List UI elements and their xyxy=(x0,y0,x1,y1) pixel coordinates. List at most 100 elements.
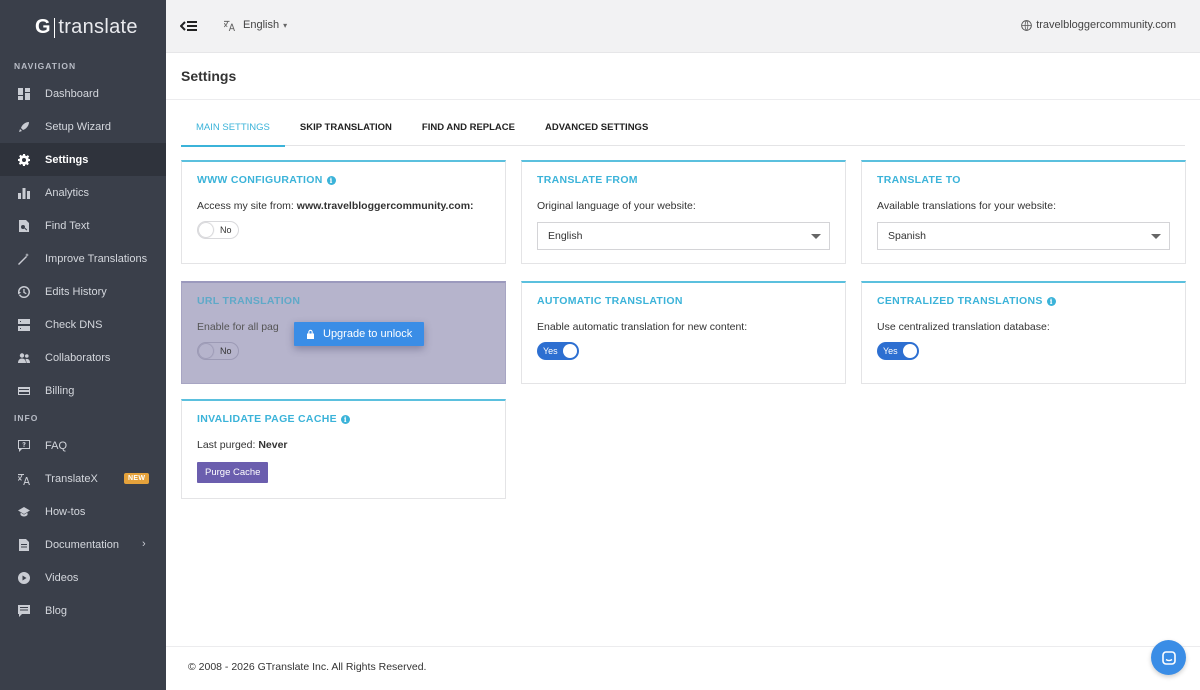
sidebar-item-translatex[interactable]: TranslateX NEW xyxy=(0,462,166,495)
sidebar-item-dashboard[interactable]: Dashboard xyxy=(0,77,166,110)
question-bubble-icon xyxy=(17,439,31,453)
card-title: AUTOMATIC TRANSLATION xyxy=(537,295,683,307)
card-description: Access my site from: www.travelbloggerco… xyxy=(197,200,474,212)
sidebar-item-faq[interactable]: FAQ xyxy=(0,429,166,462)
card-title-text: WWW CONFIGURATION xyxy=(197,174,323,186)
document-icon xyxy=(17,538,31,552)
sidebar-item-settings[interactable]: Settings xyxy=(0,143,166,176)
settings-tabs: MAIN SETTINGS SKIP TRANSLATION FIND AND … xyxy=(181,115,1185,147)
sidebar-item-documentation[interactable]: Documentation › xyxy=(0,528,166,561)
translate-icon xyxy=(224,20,235,31)
card-description: Available translations for your website: xyxy=(877,200,1056,212)
top-bar: English ▾ travelbloggercommunity.com xyxy=(166,0,1200,53)
sidebar-item-label: Settings xyxy=(45,153,89,166)
info-icon[interactable]: i xyxy=(1046,296,1056,306)
sidebar-item-label: Billing xyxy=(45,384,75,397)
url-translation-toggle: No xyxy=(197,342,239,360)
toggle-label: No xyxy=(220,225,232,235)
credit-card-icon xyxy=(17,384,31,398)
select-value: Spanish xyxy=(888,230,926,242)
blog-icon xyxy=(17,604,31,618)
footer-copyright: © 2008 - 2026 GTranslate Inc. All Rights… xyxy=(188,661,427,673)
info-icon[interactable]: i xyxy=(326,175,336,185)
caret-down-icon: ▾ xyxy=(283,20,288,30)
tab-advanced-settings[interactable]: ADVANCED SETTINGS xyxy=(530,115,663,146)
page-title: Settings xyxy=(181,68,237,84)
www-toggle[interactable]: No xyxy=(197,221,239,239)
card-title: CENTRALIZED TRANSLATIONS i xyxy=(877,295,1056,307)
site-selector[interactable]: travelbloggercommunity.com xyxy=(1021,19,1176,31)
card-description: Enable for all pag xyxy=(197,321,279,333)
automatic-translation-toggle[interactable]: Yes xyxy=(537,342,579,360)
sidebar-item-improve-translations[interactable]: Improve Translations xyxy=(0,242,166,275)
centralized-translations-card: CENTRALIZED TRANSLATIONS i Use centraliz… xyxy=(861,281,1186,384)
site-domain: travelbloggercommunity.com xyxy=(1036,19,1176,31)
chat-support-button[interactable] xyxy=(1151,640,1186,675)
sidebar-item-billing[interactable]: Billing xyxy=(0,374,166,407)
sidebar-item-label: FAQ xyxy=(45,439,68,452)
new-badge: NEW xyxy=(124,473,150,484)
card-description: Enable automatic translation for new con… xyxy=(537,321,748,333)
language-selector[interactable]: English ▾ xyxy=(224,19,287,31)
sidebar-item-label: How-tos xyxy=(45,505,86,518)
card-title: TRANSLATE FROM xyxy=(537,174,638,186)
target-languages-select[interactable]: Spanish xyxy=(877,222,1170,250)
arrow-left-menu-icon xyxy=(179,21,197,31)
translate-icon xyxy=(17,472,31,486)
users-icon xyxy=(17,351,31,365)
card-title: WWW CONFIGURATION i xyxy=(197,174,336,186)
sidebar-item-find-text[interactable]: Find Text xyxy=(0,209,166,242)
sidebar-item-blog[interactable]: Blog xyxy=(0,594,166,627)
tab-main-settings[interactable]: MAIN SETTINGS xyxy=(181,115,285,147)
sidebar-item-analytics[interactable]: Analytics xyxy=(0,176,166,209)
magic-wand-icon xyxy=(17,252,31,266)
sidebar-item-label: Dashboard xyxy=(45,87,99,100)
toggle-label: No xyxy=(220,346,232,356)
source-language-select[interactable]: English xyxy=(537,222,830,250)
sidebar-item-videos[interactable]: Videos xyxy=(0,561,166,594)
sidebar-item-label: Blog xyxy=(45,604,68,617)
dropdown-arrow-icon xyxy=(1151,234,1161,239)
purge-cache-button[interactable]: Purge Cache xyxy=(197,462,269,483)
invalidate-page-cache-card: INVALIDATE PAGE CACHE i Last purged: Nev… xyxy=(181,399,506,499)
dropdown-arrow-icon xyxy=(811,234,821,239)
sidebar-item-how-tos[interactable]: How-tos xyxy=(0,495,166,528)
info-heading: INFO xyxy=(14,413,39,423)
main-content: Settings MAIN SETTINGS SKIP TRANSLATION … xyxy=(166,53,1200,690)
chat-icon xyxy=(1161,650,1176,665)
tab-skip-translation[interactable]: SKIP TRANSLATION xyxy=(285,115,407,146)
language-label: English xyxy=(243,19,280,31)
description-prefix: Last purged: xyxy=(197,439,256,451)
sidebar-item-edits-history[interactable]: Edits History xyxy=(0,275,166,308)
collapse-sidebar-button[interactable] xyxy=(179,18,198,34)
last-purged-value: Never xyxy=(258,439,288,451)
description-prefix: Access my site from: xyxy=(197,200,294,212)
tab-find-and-replace[interactable]: FIND AND REPLACE xyxy=(407,115,530,146)
translate-from-card: TRANSLATE FROM Original language of your… xyxy=(521,160,846,264)
card-description: Use centralized translation database: xyxy=(877,321,1050,333)
card-description: Original language of your website: xyxy=(537,200,696,212)
sidebar-item-label: Edits History xyxy=(45,285,107,298)
sidebar-item-collaborators[interactable]: Collaborators xyxy=(0,341,166,374)
upgrade-to-unlock-button[interactable]: Upgrade to unlock xyxy=(294,322,425,346)
sidebar-item-label: Setup Wizard xyxy=(45,120,112,133)
sidebar-item-label: Find Text xyxy=(45,219,90,232)
sidebar-item-setup-wizard[interactable]: Setup Wizard xyxy=(0,110,166,143)
select-value: English xyxy=(548,230,583,242)
history-icon xyxy=(17,285,31,299)
centralized-translations-toggle[interactable]: Yes xyxy=(877,342,919,360)
info-icon[interactable]: i xyxy=(340,414,350,424)
sidebar-item-label: Collaborators xyxy=(45,351,111,364)
rocket-icon xyxy=(17,120,31,134)
card-description: Last purged: Never xyxy=(197,439,288,451)
sidebar-item-label: Improve Translations xyxy=(45,252,148,265)
sidebar-item-check-dns[interactable]: Check DNS xyxy=(0,308,166,341)
sidebar-item-label: TranslateX xyxy=(45,472,98,485)
sidebar-item-label: Documentation xyxy=(45,538,119,551)
automatic-translation-card: AUTOMATIC TRANSLATION Enable automatic t… xyxy=(521,281,846,384)
play-icon xyxy=(17,571,31,585)
dashboard-icon xyxy=(17,87,31,101)
card-title: TRANSLATE TO xyxy=(877,174,961,186)
gtranslate-logo[interactable]: Gtranslate xyxy=(0,0,166,55)
toggle-label: Yes xyxy=(883,346,898,356)
